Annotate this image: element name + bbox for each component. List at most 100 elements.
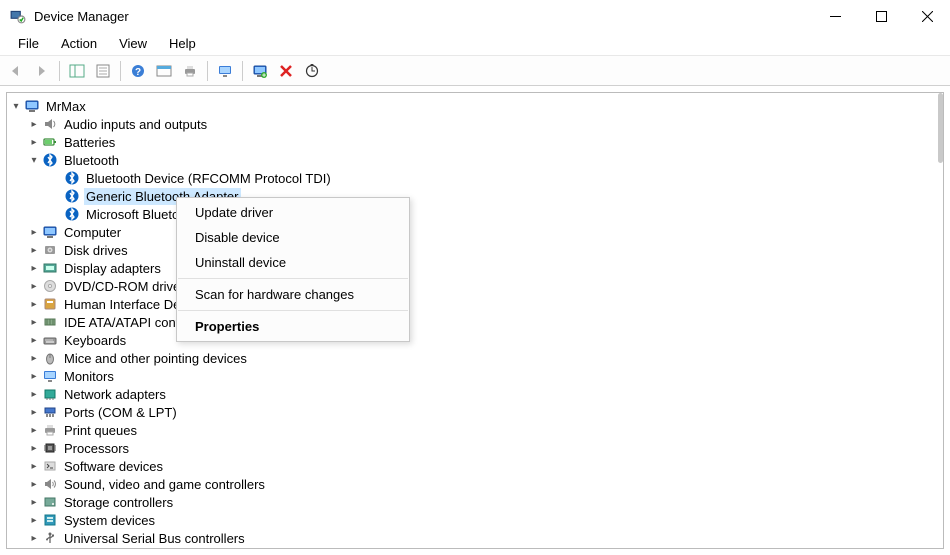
chevron-down-icon[interactable]: ▾ — [9, 99, 23, 113]
chevron-down-icon[interactable]: ▾ — [27, 153, 41, 167]
tree-category[interactable]: ▸ Network adapters — [9, 385, 941, 403]
tree-category[interactable]: ▸ Audio inputs and outputs — [9, 115, 941, 133]
show-hide-tree-button[interactable] — [65, 59, 89, 83]
display-adapter-icon — [41, 260, 59, 276]
chevron-right-icon[interactable]: ▸ — [27, 459, 41, 473]
print-button[interactable] — [178, 59, 202, 83]
device-tree-panel: ▾ MrMax ▸ Audio inputs and outputs ▸ Bat… — [6, 92, 944, 549]
tree-category[interactable]: ▸ Storage controllers — [9, 493, 941, 511]
menu-view[interactable]: View — [109, 34, 157, 53]
chevron-right-icon[interactable]: ▸ — [27, 261, 41, 275]
menu-file[interactable]: File — [8, 34, 49, 53]
tree-category[interactable]: ▸ Sound, video and game controllers — [9, 475, 941, 493]
tree-category[interactable]: ▸ IDE ATA/ATAPI contro — [9, 313, 941, 331]
ctx-scan-hardware[interactable]: Scan for hardware changes — [177, 282, 409, 307]
chevron-right-icon[interactable]: ▸ — [27, 405, 41, 419]
help-button[interactable]: ? — [126, 59, 150, 83]
chevron-right-icon[interactable]: ▸ — [27, 369, 41, 383]
tree-category[interactable]: ▸ Software devices — [9, 457, 941, 475]
device-label: Microsoft Bluetoo — [84, 206, 188, 223]
category-label: Computer — [62, 224, 123, 241]
chevron-right-icon[interactable]: ▸ — [27, 531, 41, 545]
chevron-right-icon[interactable]: ▸ — [27, 495, 41, 509]
ide-icon — [41, 314, 59, 330]
maximize-button[interactable] — [858, 0, 904, 32]
scrollbar-thumb[interactable] — [938, 93, 943, 163]
chevron-right-icon[interactable]: ▸ — [27, 441, 41, 455]
ctx-update-driver[interactable]: Update driver — [177, 200, 409, 225]
category-label: Storage controllers — [62, 494, 175, 511]
category-label: IDE ATA/ATAPI contro — [62, 314, 193, 331]
category-label: Universal Serial Bus controllers — [62, 530, 247, 547]
tree-device[interactable]: ▸ Microsoft Bluetoo — [9, 205, 941, 223]
chevron-right-icon[interactable]: ▸ — [27, 333, 41, 347]
storage-controller-icon — [41, 494, 59, 510]
tree-category[interactable]: ▸ Monitors — [9, 367, 941, 385]
tree-device[interactable]: ▸ Bluetooth Device (RFCOMM Protocol TDI) — [9, 169, 941, 187]
chevron-right-icon[interactable]: ▸ — [27, 225, 41, 239]
computer-icon — [23, 98, 41, 114]
mouse-icon — [41, 350, 59, 366]
uninstall-button[interactable] — [274, 59, 298, 83]
root-label: MrMax — [44, 98, 88, 115]
tree-category[interactable]: ▸ Print queues — [9, 421, 941, 439]
chevron-right-icon[interactable]: ▸ — [27, 243, 41, 257]
chevron-right-icon[interactable]: ▸ — [27, 117, 41, 131]
scan-hardware-button[interactable] — [300, 59, 324, 83]
toolbar: ? + — [0, 56, 950, 86]
menu-help[interactable]: Help — [159, 34, 206, 53]
tree-category[interactable]: ▸ Disk drives — [9, 241, 941, 259]
forward-button[interactable] — [30, 59, 54, 83]
category-label: Disk drives — [62, 242, 130, 259]
toolbar-separator — [207, 61, 208, 81]
tree-root[interactable]: ▾ MrMax — [9, 97, 941, 115]
category-label: Mice and other pointing devices — [62, 350, 249, 367]
back-button[interactable] — [4, 59, 28, 83]
tree-category[interactable]: ▾ Bluetooth — [9, 151, 941, 169]
usb-icon — [41, 530, 59, 546]
tree-category[interactable]: ▸ Ports (COM & LPT) — [9, 403, 941, 421]
chevron-right-icon[interactable]: ▸ — [27, 135, 41, 149]
tree-category[interactable]: ▸ Batteries — [9, 133, 941, 151]
menu-action[interactable]: Action — [51, 34, 107, 53]
action-log-button[interactable] — [152, 59, 176, 83]
chevron-right-icon[interactable]: ▸ — [27, 315, 41, 329]
ctx-uninstall-device[interactable]: Uninstall device — [177, 250, 409, 275]
tree-category[interactable]: ▸ Keyboards — [9, 331, 941, 349]
chevron-right-icon[interactable]: ▸ — [27, 279, 41, 293]
ctx-disable-device[interactable]: Disable device — [177, 225, 409, 250]
bluetooth-icon — [63, 188, 81, 204]
tree-device[interactable]: ▸ Generic Bluetooth Adapter — [9, 187, 941, 205]
tree-category[interactable]: ▸ System devices — [9, 511, 941, 529]
category-label: Human Interface Dev — [62, 296, 189, 313]
svg-text:+: + — [262, 72, 266, 78]
close-button[interactable] — [904, 0, 950, 32]
chevron-right-icon[interactable]: ▸ — [27, 387, 41, 401]
battery-icon — [41, 134, 59, 150]
ctx-separator — [178, 278, 408, 279]
tree-category[interactable]: ▸ Computer — [9, 223, 941, 241]
tree-category[interactable]: ▸ Mice and other pointing devices — [9, 349, 941, 367]
title-bar: Device Manager — [0, 0, 950, 32]
ctx-properties[interactable]: Properties — [177, 314, 409, 339]
window-title: Device Manager — [34, 9, 129, 24]
chevron-right-icon[interactable]: ▸ — [27, 423, 41, 437]
chevron-right-icon[interactable]: ▸ — [27, 351, 41, 365]
tree-category[interactable]: ▸ DVD/CD-ROM drives — [9, 277, 941, 295]
ctx-separator — [178, 310, 408, 311]
chevron-right-icon[interactable]: ▸ — [27, 513, 41, 527]
tree-category[interactable]: ▸ Display adapters — [9, 259, 941, 277]
chevron-right-icon[interactable]: ▸ — [27, 297, 41, 311]
minimize-button[interactable] — [812, 0, 858, 32]
tree-category[interactable]: ▸ Universal Serial Bus controllers — [9, 529, 941, 547]
properties-sheet-button[interactable] — [91, 59, 115, 83]
category-label: Audio inputs and outputs — [62, 116, 209, 133]
view-devices-button[interactable] — [213, 59, 237, 83]
system-device-icon — [41, 512, 59, 528]
chevron-right-icon[interactable]: ▸ — [27, 477, 41, 491]
category-label: Print queues — [62, 422, 139, 439]
category-label: Bluetooth — [62, 152, 121, 169]
tree-category[interactable]: ▸ Human Interface Dev — [9, 295, 941, 313]
tree-category[interactable]: ▸ Processors — [9, 439, 941, 457]
add-legacy-hardware-button[interactable]: + — [248, 59, 272, 83]
